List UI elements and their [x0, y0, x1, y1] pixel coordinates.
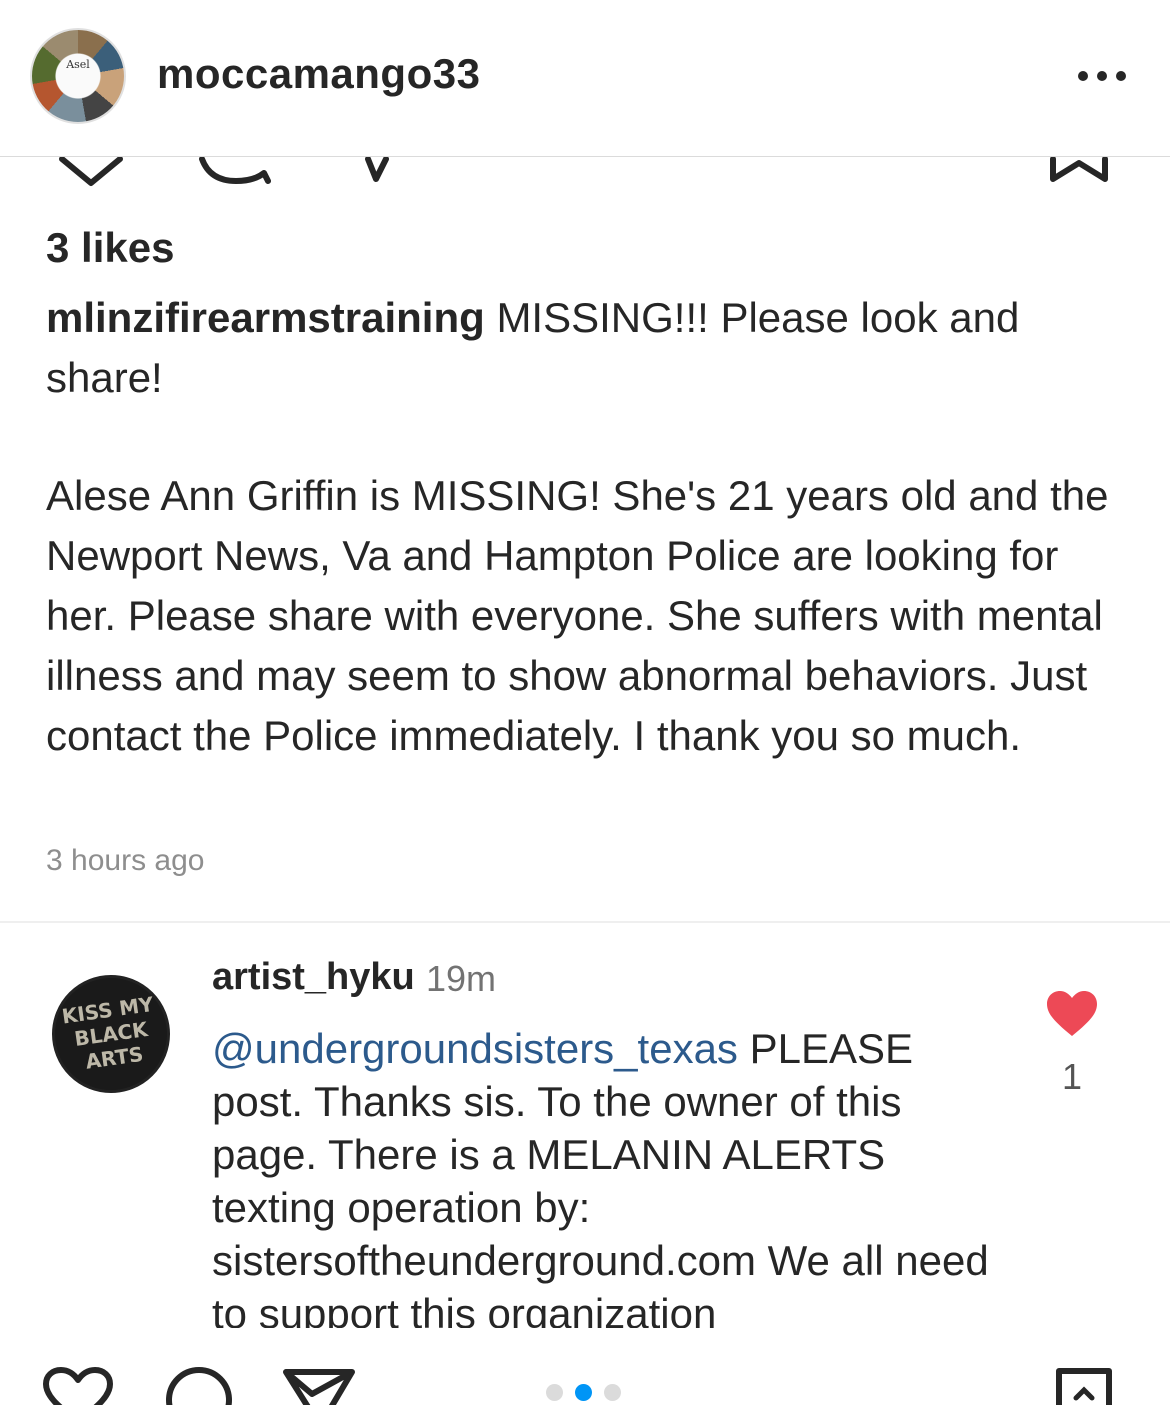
heart-icon[interactable]: [58, 157, 124, 187]
bookmark-icon[interactable]: [1046, 157, 1112, 187]
comment-time: 19m: [426, 958, 497, 999]
post-header: Asel moccamango33: [0, 0, 1170, 157]
post-timestamp: 3 hours ago: [46, 844, 205, 877]
comment-username[interactable]: artist_hyku: [212, 956, 415, 999]
post-username[interactable]: moccamango33: [157, 50, 480, 98]
carousel-dot: [575, 1384, 592, 1401]
caption-body: Alese Ann Griffin is MISSING! She's 21 y…: [46, 472, 1109, 759]
divider: [0, 921, 1170, 923]
comment-like-heart-icon[interactable]: [1045, 990, 1099, 1038]
comment-like-count: 1: [1062, 1056, 1083, 1097]
carousel-indicator: [546, 1384, 621, 1401]
post-caption: mlinzifirearmstraining MISSING!!! Please…: [46, 288, 1136, 766]
action-bar-cropped: [0, 157, 1170, 197]
bookmark-icon[interactable]: [1054, 1366, 1114, 1405]
carousel-dot: [604, 1384, 621, 1401]
comment-avatar-caption: KISS MY BLACK ARTS: [60, 991, 155, 1074]
share-icon[interactable]: [282, 1368, 356, 1405]
more-options-icon[interactable]: [1078, 66, 1130, 86]
comment-icon[interactable]: [196, 157, 276, 187]
caption-username[interactable]: mlinzifirearmstraining: [46, 294, 485, 341]
comment-avatar[interactable]: KISS MY BLACK ARTS: [52, 975, 170, 1093]
comment-mention[interactable]: @undergroundsisters_texas: [212, 1025, 738, 1072]
profile-avatar[interactable]: Asel: [30, 28, 126, 124]
comment-icon[interactable]: [164, 1364, 234, 1405]
avatar-caption: Asel: [66, 58, 90, 71]
likes-count[interactable]: 3 likes: [46, 224, 174, 272]
action-bar: [0, 1340, 1170, 1405]
heart-icon[interactable]: [42, 1366, 114, 1405]
comment-text: @undergroundsisters_texas PLEASE post. T…: [212, 1022, 1012, 1328]
share-icon[interactable]: [362, 157, 398, 187]
carousel-dot: [546, 1384, 563, 1401]
